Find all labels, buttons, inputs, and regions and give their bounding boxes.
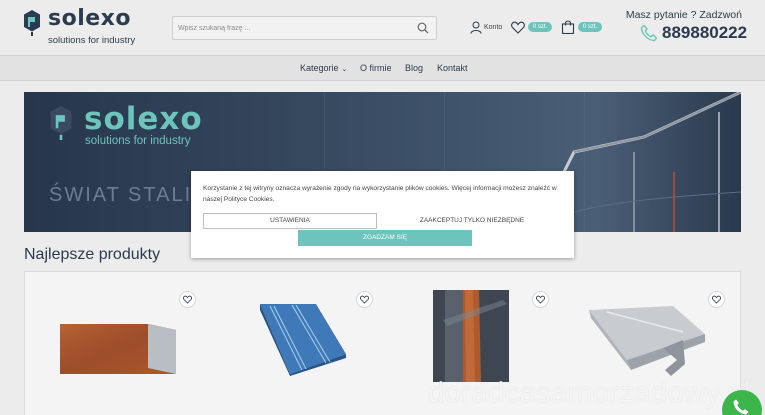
nav-item-blog[interactable]: Blog [405, 63, 423, 73]
heart-icon[interactable] [511, 21, 525, 34]
banner-logo-text: solexo [84, 101, 203, 137]
heart-icon [712, 295, 721, 304]
search-icon[interactable] [417, 22, 429, 34]
wishlist-count-badge: 0 szt. [528, 22, 552, 32]
cart-count-badge: 0 szt. [578, 22, 602, 32]
accept-necessary-button[interactable]: ZAAKCEPTUJ TYLKO NIEZBĘDNE [387, 213, 557, 229]
banner-logo-mark-icon [50, 106, 72, 140]
heart-icon [360, 295, 369, 304]
site-header: solexo solutions for industry Konto 0 sz… [0, 0, 765, 55]
heart-icon [536, 295, 545, 304]
cookie-consent-text: Korzystanie z tej witryny oznacza wyraże… [203, 185, 557, 203]
product-image[interactable] [256, 302, 348, 376]
product-image[interactable] [58, 320, 178, 380]
wishlist-toggle-button[interactable] [532, 291, 549, 308]
logo-tagline: solutions for industry [48, 35, 136, 46]
phone-icon [733, 399, 749, 415]
nav-item-kontakt[interactable]: Kontakt [437, 63, 468, 73]
wishlist-toggle-button[interactable] [708, 291, 725, 308]
product-image[interactable] [587, 304, 707, 378]
banner-tagline: solutions for industry [85, 135, 191, 147]
nav-item-o-firmie[interactable]: O firmie [360, 63, 392, 73]
phone-number[interactable]: 889880222 [662, 23, 747, 43]
search-input[interactable] [173, 17, 413, 39]
wishlist-toggle-button[interactable] [356, 291, 373, 308]
wishlist-toggle-button[interactable] [179, 291, 196, 308]
main-navigation: Kategorie ⌄ O firmie Blog Kontakt [0, 55, 765, 81]
watermark-text: doradcasamorzadowy.pl [428, 377, 751, 409]
search-box [172, 16, 437, 40]
product-image[interactable] [433, 290, 509, 382]
cookie-consent-dialog: Korzystanie z tej witryny oznacza wyraże… [191, 171, 574, 258]
chevron-down-icon: ⌄ [341, 66, 348, 73]
site-logo[interactable]: solexo solutions for industry [24, 6, 154, 48]
logo-mark-icon [24, 10, 40, 36]
nav-item-kategorie[interactable]: Kategorie ⌄ [300, 63, 347, 73]
account-label: Konto [484, 24, 503, 31]
section-title: Najlepsze produkty [24, 246, 161, 263]
cookie-settings-button[interactable]: USTAWIENIA [203, 213, 377, 229]
accept-all-button[interactable]: ZGADZAM SIĘ [298, 230, 472, 246]
contact-question: Masz pytanie ? Zadzwoń [625, 9, 742, 21]
user-icon [470, 21, 482, 34]
cart-icon[interactable] [561, 20, 575, 34]
nav-item-label: Kategorie [300, 63, 339, 73]
logo-text: solexo [48, 6, 131, 31]
phone-icon [640, 24, 658, 42]
heart-icon [183, 295, 192, 304]
